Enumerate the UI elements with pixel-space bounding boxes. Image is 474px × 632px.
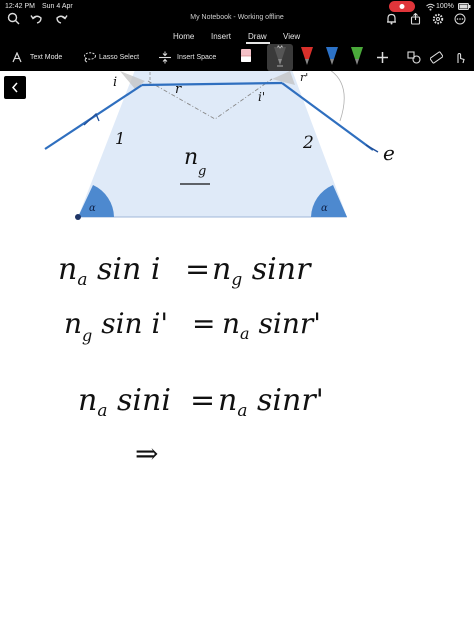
pen-blue[interactable] [323, 44, 341, 68]
lasso-select-button[interactable]: Lasso Select [99, 54, 139, 61]
ray-label-2: 2 [302, 133, 314, 153]
insert-space-icon [159, 51, 171, 64]
medium-label-n: n [184, 145, 198, 170]
tab-home[interactable]: Home [173, 32, 194, 41]
implies-arrow: ⇒ [135, 437, 158, 470]
shapes-icon[interactable] [407, 51, 421, 64]
angle-i-prime-label: i' [258, 90, 265, 104]
handwritten-notes: 1 2 i r i' r' e n g α α na sin i = ng si… [44, 71, 395, 470]
angle-i-label: i [113, 75, 117, 90]
equation-3: na sini [78, 383, 171, 421]
arc-construction [330, 71, 345, 122]
battery-percent: 100% [436, 3, 454, 10]
app-toolbar: 12:42 PM Sun 4 Apr 100% My Notebook - Wo… [0, 0, 474, 71]
eraser-icon[interactable] [239, 47, 253, 65]
tab-view[interactable]: View [283, 32, 300, 41]
pen-black-body [274, 47, 286, 59]
active-tab-underline [246, 42, 270, 44]
lasso-icon [84, 52, 96, 63]
more-options-icon[interactable] [454, 13, 466, 25]
status-date: Sun 4 Apr [42, 3, 73, 10]
wifi-icon [426, 3, 435, 11]
notebook-canvas[interactable]: 1 2 i r i' r' e n g α α na sin i = ng si… [0, 71, 474, 632]
alpha-right-label: α [321, 203, 328, 214]
share-icon[interactable] [410, 13, 421, 25]
equation-3-equals: = [190, 383, 215, 418]
equation-2: ng sin i' [64, 307, 168, 345]
pen-green[interactable] [348, 44, 366, 68]
pen-blue-body [326, 47, 338, 59]
text-mode-button[interactable]: Text Mode [30, 54, 62, 61]
window-title: My Notebook - Working offline [190, 14, 284, 21]
status-time: 12:42 PM [5, 3, 35, 10]
settings-gear-icon[interactable] [432, 13, 444, 25]
emergent-ray-arrow [365, 144, 379, 153]
ray-label-1: 1 [115, 129, 125, 148]
pen-black[interactable] [271, 44, 289, 68]
equation-1-equals: = [185, 252, 210, 287]
text-mode-icon [12, 52, 22, 63]
recording-indicator [389, 1, 415, 12]
angle-r-prime-label: r' [300, 71, 308, 84]
ruler-icon[interactable] [430, 51, 443, 64]
angle-r-label: r [175, 82, 182, 97]
add-pen-icon[interactable] [376, 51, 389, 64]
pen-red-body [301, 47, 313, 59]
equation-2-rhs: na sinr' [222, 307, 321, 343]
pen-red[interactable] [298, 44, 316, 68]
equation-2-equals: = [192, 307, 215, 340]
equation-1-rhs: ng sinr [212, 252, 312, 290]
equation-1: na sin i [58, 252, 160, 290]
pen-green-body [351, 47, 363, 59]
bell-icon[interactable] [386, 13, 397, 25]
battery-icon [458, 3, 471, 10]
vertex-dot [75, 214, 81, 220]
medium-label-sub-g: g [198, 164, 206, 179]
touch-draw-icon[interactable] [453, 51, 466, 64]
emergent-label-e: e [383, 141, 395, 165]
insert-space-button[interactable]: Insert Space [177, 54, 216, 61]
equation-3-rhs: na sinr' [218, 383, 324, 421]
alpha-left-label: α [89, 203, 96, 214]
tab-draw[interactable]: Draw [248, 32, 267, 41]
tab-insert[interactable]: Insert [211, 32, 231, 41]
